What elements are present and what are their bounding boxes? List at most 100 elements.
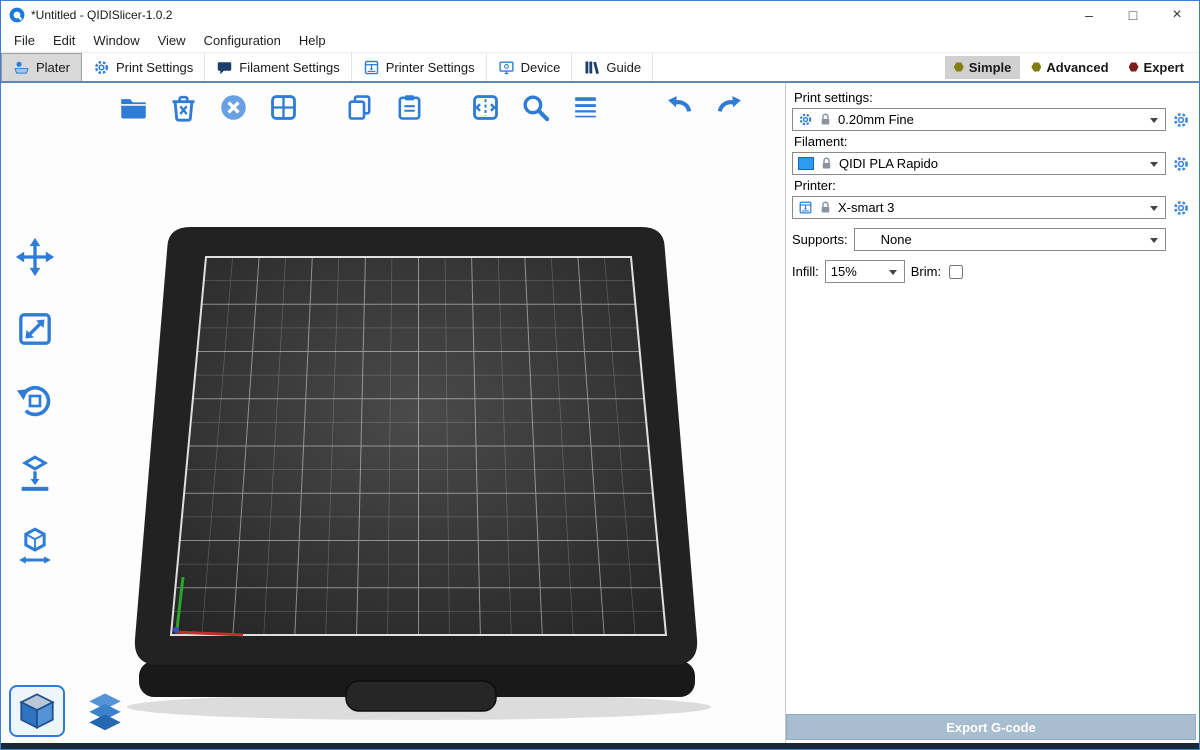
infill-value: 15% (831, 264, 857, 279)
top-toolbar (113, 87, 749, 127)
advanced-mode-dot-icon (1031, 62, 1041, 72)
layers-view-icon (84, 690, 126, 732)
infill-select[interactable]: 15% (825, 260, 905, 283)
chevron-down-icon (1150, 238, 1158, 243)
open-folder-icon (118, 92, 149, 123)
tab-plater[interactable]: Plater (1, 53, 82, 81)
minimize-button[interactable]: – (1067, 1, 1111, 29)
filament-edit-button[interactable] (1171, 154, 1191, 174)
search-button[interactable] (515, 87, 555, 127)
dimensions-button[interactable] (9, 521, 61, 569)
tab-printer-settings-label: Printer Settings (386, 60, 475, 75)
filament-color-swatch (798, 157, 814, 170)
chevron-down-icon (1150, 162, 1158, 167)
printer-value: X-smart 3 (838, 200, 894, 215)
print-settings-edit-button[interactable] (1171, 110, 1191, 130)
expert-mode-dot-icon (1129, 62, 1139, 72)
mode-simple[interactable]: Simple (945, 56, 1021, 79)
tab-guide[interactable]: Guide (572, 53, 653, 81)
scale-button[interactable] (9, 305, 61, 353)
paste-button[interactable] (389, 87, 429, 127)
undo-button[interactable] (659, 87, 699, 127)
move-button[interactable] (9, 233, 61, 281)
place-on-face-icon (15, 453, 55, 493)
maximize-button[interactable]: □ (1111, 1, 1155, 29)
supports-value: None (881, 232, 912, 247)
delete-trash-icon (168, 92, 199, 123)
lock-icon (819, 156, 834, 171)
brim-checkbox[interactable] (949, 265, 963, 279)
copy-icon (344, 92, 375, 123)
mode-selector: Simple Advanced Expert (945, 53, 1199, 81)
print-settings-value: 0.20mm Fine (838, 112, 914, 127)
app-window: *Untitled - QIDISlicer-1.0.2 – □ × File … (0, 0, 1200, 750)
infill-label: Infill: (792, 264, 819, 279)
guide-book-icon (583, 59, 600, 76)
mode-advanced[interactable]: Advanced (1022, 56, 1117, 79)
tab-print-settings-label: Print Settings (116, 60, 193, 75)
scale-icon (15, 309, 55, 349)
gear-icon (1172, 111, 1190, 129)
window-controls: – □ × (1067, 1, 1199, 29)
lock-icon (818, 200, 833, 215)
simple-mode-dot-icon (954, 62, 964, 72)
tab-device[interactable]: Device (487, 53, 573, 81)
menu-window[interactable]: Window (84, 29, 148, 52)
menu-file[interactable]: File (5, 29, 44, 52)
printer-edit-button[interactable] (1171, 198, 1191, 218)
print-settings-label: Print settings: (794, 90, 1191, 105)
chevron-down-icon (1150, 206, 1158, 211)
delete-button[interactable] (163, 87, 203, 127)
filament-value: QIDI PLA Rapido (839, 156, 938, 171)
mode-expert[interactable]: Expert (1120, 56, 1193, 79)
filament-select[interactable]: QIDI PLA Rapido (792, 152, 1166, 175)
tab-printer-settings[interactable]: Printer Settings (352, 53, 487, 81)
split-button[interactable] (465, 87, 505, 127)
variable-layer-height-button[interactable] (565, 87, 605, 127)
printer-select[interactable]: X-smart 3 (792, 196, 1166, 219)
export-gcode-button[interactable]: Export G-code (786, 714, 1196, 740)
place-on-face-button[interactable] (9, 449, 61, 497)
supports-label: Supports: (792, 232, 848, 247)
print-settings-select[interactable]: 0.20mm Fine (792, 108, 1166, 131)
app-logo-icon (9, 7, 25, 23)
supports-select[interactable]: None (854, 228, 1166, 251)
undo-icon (664, 92, 695, 123)
tab-filament-settings[interactable]: Filament Settings (205, 53, 351, 81)
menu-view[interactable]: View (149, 29, 195, 52)
preview-layers-view-button[interactable] (77, 685, 133, 737)
print-bed (121, 215, 741, 727)
redo-button[interactable] (709, 87, 749, 127)
dimensions-icon (15, 525, 55, 565)
move-icon (15, 237, 55, 277)
tab-bar: Plater Print Settings Filament Settings … (1, 53, 1199, 83)
settings-panel: Print settings: 0.20mm Fine Filament: QI… (786, 83, 1199, 743)
tab-guide-label: Guide (606, 60, 641, 75)
open-button[interactable] (113, 87, 153, 127)
left-toolbar (9, 233, 61, 569)
layer-height-icon (570, 92, 601, 123)
lock-icon (818, 112, 833, 127)
printer-icon (798, 200, 813, 215)
menu-edit[interactable]: Edit (44, 29, 84, 52)
chevron-down-icon (889, 270, 897, 275)
title-bar: *Untitled - QIDISlicer-1.0.2 – □ × (1, 1, 1199, 29)
arrange-button[interactable] (263, 87, 303, 127)
mode-simple-label: Simple (969, 60, 1012, 75)
mode-advanced-label: Advanced (1046, 60, 1108, 75)
split-icon (470, 92, 501, 123)
close-button[interactable]: × (1155, 1, 1199, 29)
delete-all-button[interactable] (213, 87, 253, 127)
tab-print-settings[interactable]: Print Settings (82, 53, 205, 81)
rotate-button[interactable] (9, 377, 61, 425)
search-icon (520, 92, 551, 123)
menu-help[interactable]: Help (290, 29, 335, 52)
viewport-3d[interactable] (1, 83, 786, 743)
menu-configuration[interactable]: Configuration (195, 29, 290, 52)
filament-label: Filament: (794, 134, 1191, 149)
main-area: Print settings: 0.20mm Fine Filament: QI… (1, 83, 1199, 743)
printer-label: Printer: (794, 178, 1191, 193)
printer-icon (363, 59, 380, 76)
copy-button[interactable] (339, 87, 379, 127)
3d-editor-view-button[interactable] (9, 685, 65, 737)
